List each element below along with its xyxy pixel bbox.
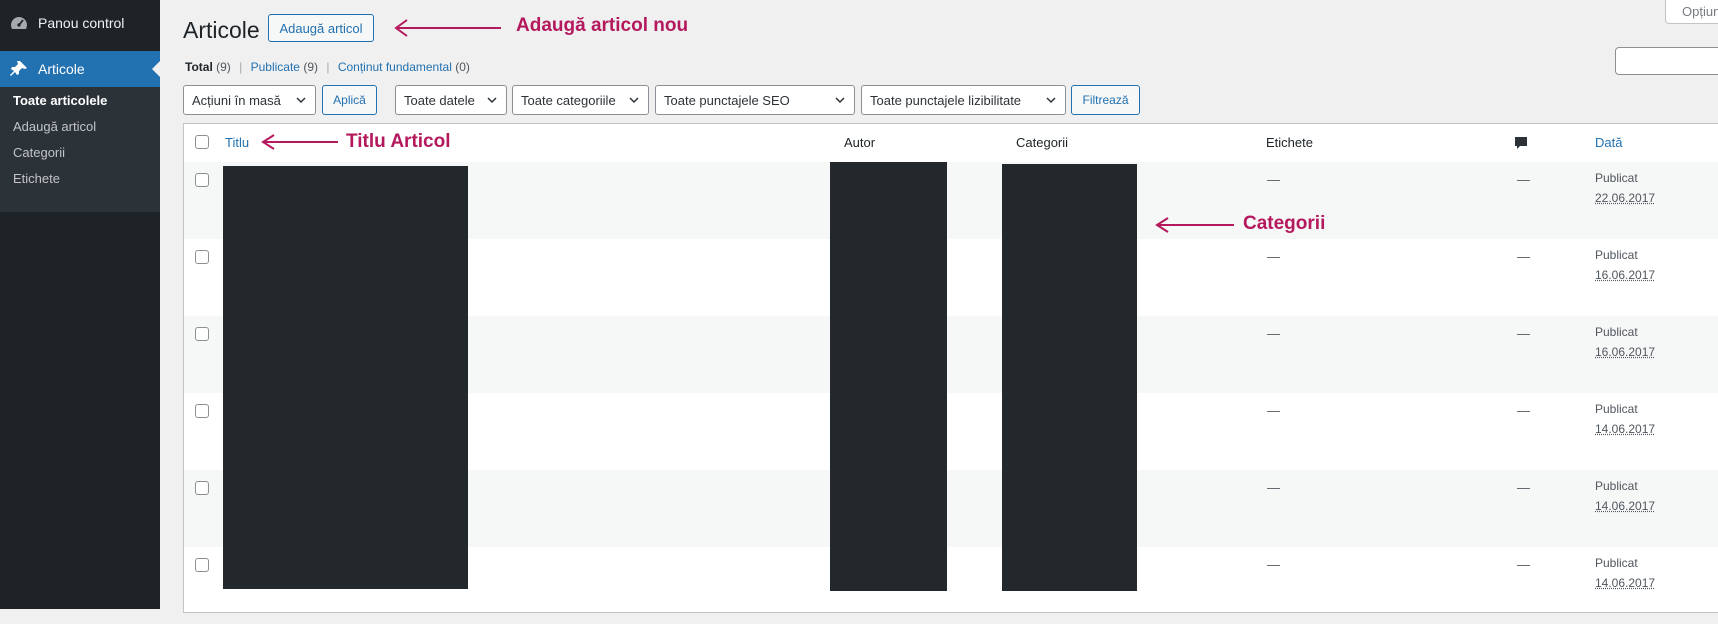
row-status: Publicat (1595, 399, 1655, 419)
redacted-titles (223, 166, 468, 589)
row-comments: — (1517, 557, 1530, 572)
search-input[interactable] (1615, 47, 1718, 75)
chevron-down-icon (486, 94, 498, 106)
date-filter-value: Toate datele (404, 93, 475, 108)
screen-options-button[interactable]: Opțiuni (1665, 0, 1718, 24)
date-filter-select[interactable]: Toate datele (395, 85, 507, 115)
arrow-left-icon (260, 131, 340, 153)
annotation-add-new: Adaugă articol nou (516, 15, 688, 37)
row-comments: — (1517, 249, 1530, 264)
row-status: Publicat (1595, 168, 1655, 188)
comment-bubble-icon (1513, 135, 1529, 151)
row-tags: — (1267, 480, 1280, 495)
row-tags: — (1267, 557, 1280, 572)
posts-submenu: Toate articolele Adaugă articol Categori… (0, 87, 160, 212)
category-filter-select[interactable]: Toate categoriile (512, 85, 649, 115)
row-date-cell: Publicat 22.06.2017 (1595, 168, 1655, 208)
row-date: 22.06.2017 (1595, 188, 1655, 208)
view-separator: | (321, 60, 334, 74)
row-checkbox[interactable] (195, 250, 209, 264)
row-tags: — (1267, 326, 1280, 341)
view-published-count: (9) (303, 60, 318, 74)
view-total[interactable]: Total (185, 60, 213, 74)
row-comments: — (1517, 326, 1530, 341)
arrow-left-icon (1154, 214, 1236, 236)
filter-button[interactable]: Filtrează (1071, 85, 1140, 115)
row-date-cell: Publicat 16.06.2017 (1595, 322, 1655, 362)
bulk-actions-select[interactable]: Acțiuni în masă (183, 85, 316, 115)
add-post-button[interactable]: Adaugă articol (268, 14, 374, 42)
row-tags: — (1267, 403, 1280, 418)
row-comments: — (1517, 172, 1530, 187)
row-date: 16.06.2017 (1595, 342, 1655, 362)
submenu-all-posts[interactable]: Toate articolele (13, 93, 107, 108)
chevron-down-icon (295, 94, 307, 106)
readability-filter-select[interactable]: Toate punctajele lizibilitate (861, 85, 1066, 115)
admin-sidebar: Panou control Articole Toate articolele … (0, 0, 160, 609)
view-cornerstone-count: (0) (455, 60, 470, 74)
row-status: Publicat (1595, 322, 1655, 342)
post-status-views: Total (9) | Publicate (9) | Conținut fun… (185, 60, 470, 74)
view-total-count: (9) (216, 60, 231, 74)
row-comments: — (1517, 403, 1530, 418)
row-date-cell: Publicat 16.06.2017 (1595, 245, 1655, 285)
row-checkbox[interactable] (195, 173, 209, 187)
category-filter-value: Toate categoriile (521, 93, 616, 108)
chevron-down-icon (834, 94, 846, 106)
row-checkbox[interactable] (195, 558, 209, 572)
redacted-categories (1002, 164, 1137, 591)
row-comments: — (1517, 480, 1530, 495)
row-date: 14.06.2017 (1595, 419, 1655, 439)
submenu-tags[interactable]: Etichete (13, 171, 60, 186)
sidebar-item-dashboard[interactable]: Panou control (0, 5, 160, 41)
dashboard-icon (8, 13, 30, 33)
submenu-add-post[interactable]: Adaugă articol (13, 119, 96, 134)
redacted-authors (830, 162, 947, 591)
row-status: Publicat (1595, 553, 1655, 573)
pin-icon (8, 59, 30, 79)
row-date: 16.06.2017 (1595, 265, 1655, 285)
column-author: Autor (844, 135, 875, 150)
row-status: Publicat (1595, 476, 1655, 496)
annotation-categories: Categorii (1243, 213, 1325, 235)
column-title[interactable]: Titlu (225, 135, 249, 150)
sidebar-item-posts[interactable]: Articole (0, 51, 160, 87)
annotation-title: Titlu Articol (346, 131, 451, 153)
row-date-cell: Publicat 14.06.2017 (1595, 476, 1655, 516)
row-status: Publicat (1595, 245, 1655, 265)
select-all-checkbox[interactable] (195, 135, 209, 149)
seo-filter-select[interactable]: Toate punctajele SEO (655, 85, 855, 115)
row-date: 14.06.2017 (1595, 573, 1655, 593)
row-date: 14.06.2017 (1595, 496, 1655, 516)
row-checkbox[interactable] (195, 481, 209, 495)
submenu-categories[interactable]: Categorii (13, 145, 65, 160)
view-separator: | (234, 60, 247, 74)
readability-filter-value: Toate punctajele lizibilitate (870, 93, 1021, 108)
chevron-down-icon (628, 94, 640, 106)
page-title: Articole (183, 17, 260, 44)
sidebar-item-label: Articole (38, 61, 85, 77)
column-categories: Categorii (1016, 135, 1068, 150)
sidebar-item-label: Panou control (38, 15, 124, 31)
row-date-cell: Publicat 14.06.2017 (1595, 399, 1655, 439)
row-tags: — (1267, 172, 1280, 187)
chevron-down-icon (1045, 94, 1057, 106)
bulk-actions-value: Acțiuni în masă (192, 93, 281, 108)
view-published[interactable]: Publicate (251, 60, 300, 74)
seo-filter-value: Toate punctajele SEO (664, 93, 790, 108)
row-tags: — (1267, 249, 1280, 264)
row-checkbox[interactable] (195, 404, 209, 418)
column-tags: Etichete (1266, 135, 1313, 150)
apply-button[interactable]: Aplică (322, 85, 377, 115)
column-date[interactable]: Dată (1595, 135, 1622, 150)
arrow-left-icon (393, 17, 503, 39)
row-checkbox[interactable] (195, 327, 209, 341)
row-date-cell: Publicat 14.06.2017 (1595, 553, 1655, 593)
view-cornerstone[interactable]: Conținut fundamental (338, 60, 452, 74)
